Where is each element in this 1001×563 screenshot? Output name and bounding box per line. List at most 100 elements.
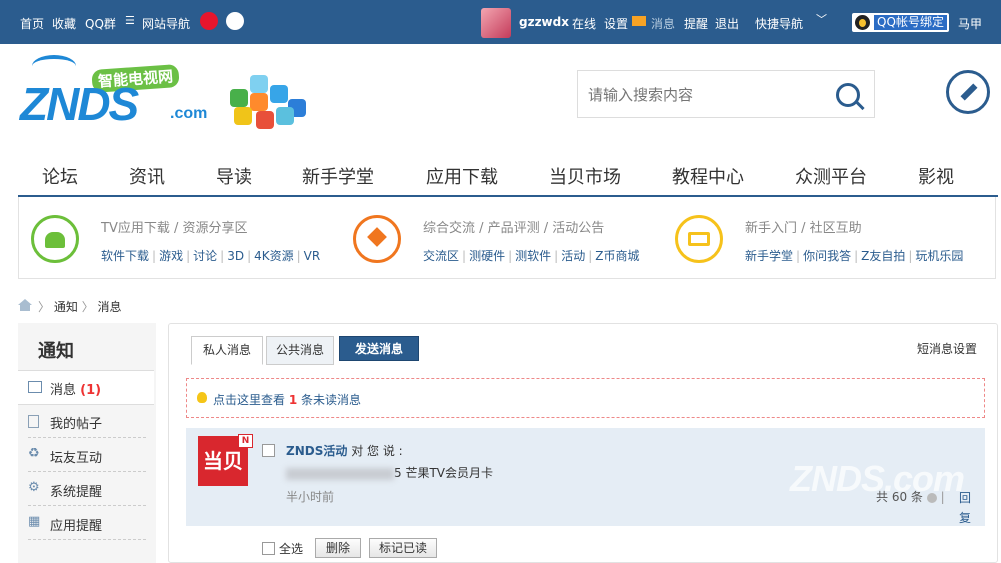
link-exchange[interactable]: 交流区	[423, 249, 459, 263]
category-links-community: 交流区 | 测硬件 | 测软件 | 活动 | Z币商城	[423, 249, 640, 263]
link-3d[interactable]: 3D	[227, 249, 244, 263]
sidebar-item-apps[interactable]: ▦ 应用提醒	[18, 507, 156, 540]
message-panel: 私人消息 公共消息 发送消息 短消息设置 点击这里查看 1 条未读消息 当贝 N…	[168, 323, 998, 563]
link-vr[interactable]: VR	[304, 249, 321, 263]
unread-count: (1)	[80, 383, 102, 398]
chevron-down-icon[interactable]: ﹀	[816, 11, 827, 27]
new-badge: N	[238, 434, 253, 448]
link-zcoin-mall[interactable]: Z币商城	[595, 249, 639, 263]
breadcrumb-messages[interactable]: 消息	[98, 300, 122, 314]
link-qa[interactable]: 你问我答	[803, 249, 851, 263]
tab-private[interactable]: 私人消息	[191, 336, 263, 365]
sidebar-item-interaction[interactable]: ♻ 坛友互动	[18, 439, 156, 472]
top-bar: 首页 收藏 QQ群 ☰ 网站导航 gzzwdx 在线 设置 消息 提醒 退出 快…	[0, 0, 1001, 44]
link-software[interactable]: 软件下载	[101, 249, 149, 263]
gear-icon: ⚙	[28, 480, 40, 495]
tab-public[interactable]: 公共消息	[266, 336, 334, 365]
logout-link[interactable]: 退出	[715, 15, 739, 32]
sidebar-item-system[interactable]: ⚙ 系统提醒	[18, 473, 156, 506]
favorite-link[interactable]: 收藏	[52, 15, 76, 32]
category-bar: TV应用下载 / 资源分享区 软件下载 | 游戏 | 讨论 | 3D | 4K资源 | VR 综合交…	[18, 197, 996, 279]
sidebar-item-messages[interactable]: 消息 (1)	[18, 370, 154, 405]
search-input[interactable]	[586, 83, 830, 107]
sidebar-item-my-posts[interactable]: 我的帖子	[18, 405, 156, 438]
message-sender: ZNDS活动 对 您 说 :	[286, 444, 403, 458]
category-title-community: 综合交流 / 产品评测 / 活动公告	[423, 221, 605, 236]
recycle-icon: ♻	[28, 446, 40, 461]
tv-antenna-icon	[32, 55, 76, 77]
grid-icon: ▦	[28, 514, 41, 529]
search-box	[577, 70, 875, 118]
mark-read-button[interactable]: 标记已读	[369, 538, 437, 558]
link-events[interactable]: 活动	[561, 249, 585, 263]
delete-button[interactable]: 删除	[315, 538, 361, 558]
settings-link[interactable]: 设置	[604, 15, 628, 32]
quick-nav-link[interactable]: 快捷导航	[755, 15, 803, 32]
avatar[interactable]	[481, 8, 511, 38]
pin-icon[interactable]	[353, 215, 401, 263]
breadcrumb-notify[interactable]: 通知	[54, 300, 78, 314]
nav-testing[interactable]: 众测平台	[795, 163, 867, 189]
nav-app-download[interactable]: 应用下载	[426, 163, 498, 189]
link-selfie[interactable]: Z友自拍	[861, 249, 905, 263]
link-playground[interactable]: 玩机乐园	[915, 249, 963, 263]
nav-guide[interactable]: 导读	[216, 163, 252, 189]
send-message-button[interactable]: 发送消息	[339, 336, 419, 361]
site-logo[interactable]: 智能电视网 ZNDS .com	[20, 55, 220, 135]
messages-link[interactable]: 消息	[651, 15, 675, 32]
mail-icon	[632, 16, 646, 26]
watermark-logo: ZNDS.com	[790, 458, 965, 499]
sidebar-title: 通知	[38, 341, 74, 362]
select-all-label[interactable]: 全选	[279, 540, 303, 557]
site-nav-link[interactable]: 网站导航	[142, 15, 190, 32]
category-links-newbie: 新手学堂 | 你问我答 | Z友自拍 | 玩机乐园	[745, 249, 964, 263]
message-body[interactable]: 5 芒果TV会员月卡	[286, 464, 493, 481]
link-newbie-school[interactable]: 新手学堂	[745, 249, 793, 263]
link-test-software[interactable]: 测软件	[515, 249, 551, 263]
horse-link[interactable]: 马甲	[958, 15, 982, 32]
nav-tutorials[interactable]: 教程中心	[672, 163, 744, 189]
qq-bind-button[interactable]: QQ帐号绑定	[852, 13, 949, 32]
message-settings-link[interactable]: 短消息设置	[909, 336, 985, 365]
home-link[interactable]: 首页	[20, 15, 44, 32]
search-icon[interactable]	[836, 83, 860, 107]
nav-forum[interactable]: 论坛	[42, 163, 78, 189]
category-title-apps: TV应用下载 / 资源分享区	[101, 221, 248, 236]
nav-news[interactable]: 资讯	[129, 163, 165, 189]
remind-link[interactable]: 提醒	[684, 15, 708, 32]
sidebar-item-label: 系统提醒	[50, 485, 103, 500]
message-time: 半小时前	[286, 490, 335, 504]
book-icon[interactable]	[675, 215, 723, 263]
link-test-hardware[interactable]: 测硬件	[469, 249, 505, 263]
category-title-newbie: 新手入门 / 社区互助	[745, 221, 862, 236]
unread-notice-text[interactable]: 点击这里查看 1 条未读消息	[213, 391, 361, 408]
select-all-checkbox[interactable]	[262, 542, 275, 555]
link-games[interactable]: 游戏	[159, 249, 183, 263]
sidebar-item-label: 消息 (1)	[50, 383, 102, 398]
main-nav: 论坛 资讯 导读 新手学堂 应用下载 当贝市场 教程中心 众测平台 影视	[18, 155, 998, 197]
app-icons-cluster	[230, 75, 310, 129]
link-discuss[interactable]: 讨论	[193, 249, 217, 263]
wechat-icon[interactable]	[226, 12, 244, 30]
qq-icon	[855, 15, 870, 30]
nav-newbie[interactable]: 新手学堂	[302, 163, 374, 189]
list-icon: ☰	[125, 14, 135, 27]
post-pencil-button[interactable]	[946, 70, 990, 114]
breadcrumb: 〉 通知 〉 消息	[18, 298, 122, 315]
weibo-icon[interactable]	[200, 12, 218, 30]
message-checkbox[interactable]	[262, 444, 275, 457]
unread-notice[interactable]: 点击这里查看 1 条未读消息	[186, 378, 985, 418]
android-icon[interactable]	[31, 215, 79, 263]
qq-group-link[interactable]: QQ群	[85, 15, 116, 32]
username-link[interactable]: gzzwdx	[519, 15, 569, 29]
online-status[interactable]: 在线	[572, 15, 596, 32]
nav-video[interactable]: 影视	[918, 163, 954, 189]
sidebar-item-label: 应用提醒	[50, 519, 103, 534]
category-links-apps: 软件下载 | 游戏 | 讨论 | 3D | 4K资源 | VR	[101, 249, 321, 263]
envelope-icon	[28, 381, 42, 393]
lightbulb-icon	[197, 392, 207, 403]
logo-domain: .com	[170, 105, 208, 122]
sender-name[interactable]: ZNDS活动	[286, 444, 347, 458]
nav-dangbei-market[interactable]: 当贝市场	[549, 163, 621, 189]
link-4k[interactable]: 4K资源	[254, 249, 294, 263]
